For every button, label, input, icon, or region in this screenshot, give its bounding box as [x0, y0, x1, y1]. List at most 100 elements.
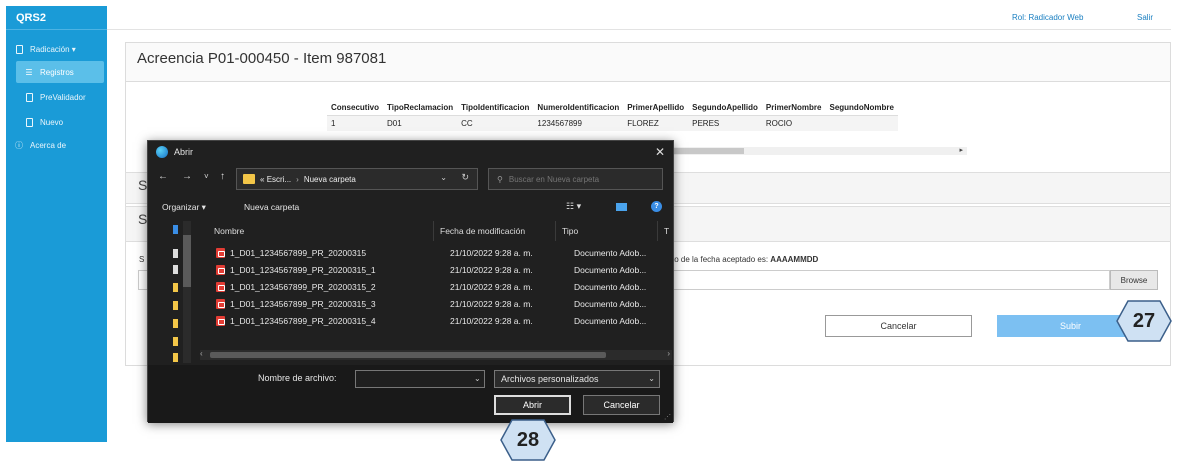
column-header-type[interactable]: Tipo	[556, 221, 658, 241]
list-item[interactable]: 1_D01_1234567899_PR_20200315_2 21/10/202…	[216, 279, 674, 295]
list-item[interactable]: 1_D01_1234567899_PR_20200315_3 21/10/202…	[216, 296, 674, 312]
navigation-pane	[167, 221, 195, 363]
file-modified: 21/10/2022 9:28 a. m.	[450, 248, 533, 258]
date-format-hint-text: to de la fecha aceptado es:	[672, 255, 771, 264]
scrollbar-thumb[interactable]	[210, 352, 606, 358]
info-icon: ⓘ	[15, 140, 23, 150]
role-link[interactable]: Rol: Radicador Web	[1012, 13, 1083, 22]
logout-link[interactable]: Salir	[1137, 13, 1153, 22]
file-name: 1_D01_1234567899_PR_20200315_3	[230, 299, 376, 309]
filename-input[interactable]	[355, 370, 485, 388]
folder-icon[interactable]	[173, 283, 178, 292]
file-type-filter-value: Archivos personalizados	[501, 374, 599, 384]
preview-pane-icon[interactable]	[616, 203, 627, 211]
sidebar-item-prevalidador[interactable]: PreValidador	[6, 86, 107, 108]
column-header[interactable]: SegundoNombre	[825, 100, 898, 116]
list-item[interactable]: 1_D01_1234567899_PR_20200315_1 21/10/202…	[216, 262, 674, 278]
file-modified: 21/10/2022 9:28 a. m.	[450, 265, 533, 275]
scroll-left-icon[interactable]: ‹	[200, 349, 203, 358]
table-cell	[825, 115, 898, 131]
file-icon[interactable]	[173, 249, 178, 258]
search-box[interactable]: ⚲	[488, 168, 663, 190]
column-header[interactable]: PrimerApellido	[623, 100, 689, 116]
sidebar-item-nuevo[interactable]: Nuevo	[6, 111, 107, 133]
path-segment[interactable]: Escri...	[267, 175, 291, 184]
up-arrow-icon[interactable]: ↑	[220, 171, 225, 182]
sidebar-item-label: Registros	[40, 67, 74, 77]
path-separator: ›	[296, 174, 299, 184]
quick-access-icon[interactable]	[173, 225, 178, 234]
step-number: 28	[516, 428, 540, 451]
view-options-icon[interactable]: ☷ ▾	[566, 201, 581, 212]
scrollbar-thumb[interactable]	[183, 235, 191, 287]
column-header-modified[interactable]: Fecha de modificación	[434, 221, 556, 241]
pdf-file-icon	[216, 316, 225, 326]
file-list-horizontal-scrollbar[interactable]: ‹ ›	[200, 349, 672, 360]
folder-icon[interactable]	[173, 319, 178, 328]
folder-icon[interactable]	[173, 301, 178, 310]
section-title: S	[138, 211, 148, 227]
resize-grip-icon[interactable]: ⋰	[664, 413, 671, 421]
topbar: Rol: Radicador Web Salir	[107, 6, 1171, 30]
recent-locations-icon[interactable]: ˅	[204, 172, 209, 181]
pdf-file-icon	[216, 282, 225, 292]
sidebar-item-label: PreValidador	[40, 92, 86, 102]
column-header[interactable]: NumeroIdentificacion	[533, 100, 624, 116]
sidebar-item-radicacion[interactable]: Radicación ▾	[6, 38, 107, 60]
navigation-pane-scrollbar[interactable]	[183, 221, 191, 363]
path-segment[interactable]: Nueva carpeta	[304, 175, 356, 184]
help-icon[interactable]: ?	[651, 201, 662, 212]
column-header[interactable]: PrimerNombre	[761, 100, 826, 116]
organize-menu[interactable]: Organizar ▾	[162, 202, 206, 213]
app-root: QRS2 Radicación ▾ ☰ Registros PreValidad…	[0, 0, 1177, 461]
list-item[interactable]: 1_D01_1234567899_PR_20200315_4 21/10/202…	[216, 313, 674, 329]
step-badge-28: 28	[500, 419, 556, 461]
step-badge-27: 27	[1116, 300, 1172, 342]
chevron-down-icon[interactable]: ⌄	[474, 374, 481, 383]
file-type: Documento Adob...	[574, 248, 647, 258]
list-item[interactable]: 1_D01_1234567899_PR_20200315 21/10/2022 …	[216, 245, 674, 261]
forward-arrow-icon[interactable]: →	[182, 171, 192, 182]
folder-icon[interactable]	[173, 337, 178, 346]
scrollbar-thumb[interactable]	[672, 148, 744, 154]
column-header[interactable]: Consecutivo	[327, 100, 384, 116]
dialog-cancel-button[interactable]: Cancelar	[583, 395, 660, 415]
new-folder-button[interactable]: Nueva carpeta	[244, 202, 299, 212]
close-icon[interactable]: ✕	[655, 145, 665, 159]
column-header[interactable]: TipoReclamacion	[383, 100, 458, 116]
chevron-down-icon[interactable]: ⌄	[440, 173, 447, 182]
brand-logo[interactable]: QRS2	[6, 6, 107, 30]
cancel-button[interactable]: Cancelar	[825, 315, 972, 337]
search-input[interactable]	[508, 174, 649, 184]
folder-icon[interactable]	[173, 353, 178, 362]
column-header-name[interactable]: Nombre	[208, 221, 434, 241]
refresh-icon[interactable]: ↻	[461, 172, 469, 183]
file-icon[interactable]	[173, 265, 178, 274]
scroll-right-icon[interactable]: ›	[667, 349, 670, 358]
sidebar-item-acerca-de[interactable]: ⓘ Acerca de	[6, 134, 107, 156]
column-header[interactable]: TipoIdentificacion	[457, 100, 534, 116]
sidebar: QRS2 Radicación ▾ ☰ Registros PreValidad…	[6, 6, 107, 442]
date-format-hint: to de la fecha aceptado es: AAAAMMDD	[672, 255, 818, 264]
file-type: Documento Adob...	[574, 299, 647, 309]
table-row[interactable]: 1 D01 CC 1234567899 FLOREZ PERES ROCIO	[327, 115, 898, 131]
sidebar-item-registros[interactable]: ☰ Registros	[16, 61, 104, 83]
scroll-right-icon[interactable]: ▸	[959, 146, 963, 154]
document-icon	[24, 92, 34, 102]
back-arrow-icon[interactable]: ←	[158, 171, 168, 182]
column-header-extra[interactable]: T	[658, 221, 675, 241]
open-file-dialog: Abrir ✕ ← → ˅ ↑ « Escri... › Nueva carpe…	[147, 140, 675, 423]
step-number: 27	[1132, 309, 1156, 332]
pdf-file-icon	[216, 248, 225, 258]
column-header[interactable]: SegundoApellido	[688, 100, 762, 116]
document-icon	[24, 117, 34, 127]
dialog-titlebar[interactable]: Abrir	[148, 141, 673, 163]
path-prefix: «	[260, 174, 265, 184]
table-cell: PERES	[688, 115, 762, 131]
records-table: Consecutivo TipoReclamacion TipoIdentifi…	[327, 100, 898, 131]
browse-button[interactable]: Browse	[1110, 270, 1158, 290]
open-button[interactable]: Abrir	[494, 395, 571, 415]
chevron-down-icon[interactable]: ⌄	[648, 374, 655, 383]
file-type-filter[interactable]: Archivos personalizados ⌄	[494, 370, 660, 388]
address-bar[interactable]: « Escri... › Nueva carpeta ⌄ ↻	[236, 168, 478, 190]
